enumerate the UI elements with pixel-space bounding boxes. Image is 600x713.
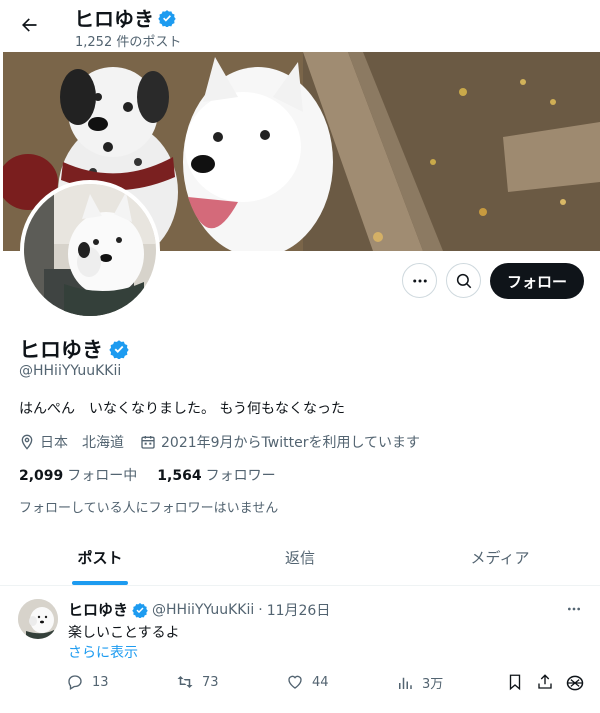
header-title: ヒロゆき [74,3,176,32]
profile-bio: はんぺん いなくなりました。 もう何もなくなった [19,401,346,417]
reply-button[interactable]: 13 [66,673,109,691]
share-icon [536,673,554,691]
post-more-button[interactable] [562,597,586,621]
reply-count: 13 [92,674,109,690]
following-label: フォロー中 [67,468,138,484]
grok-button[interactable] [565,673,585,693]
bookmark-button[interactable] [506,673,524,691]
tab-media[interactable]: メディア [400,530,600,585]
verified-badge-icon [158,9,176,27]
show-more-link[interactable]: さらに表示 [68,642,138,662]
repost-icon [176,673,194,691]
search-icon [455,272,473,290]
like-count: 44 [312,674,329,690]
post-author-handle[interactable]: @HHiiYYuuKKii [152,602,254,618]
more-options-button[interactable] [402,263,437,298]
search-profile-button[interactable] [446,263,481,298]
like-icon [286,673,304,691]
calendar-icon [140,434,156,450]
views-count: 3万 [422,677,444,692]
profile-tabs: ポスト 返信 メディア [0,530,600,586]
profile-name: ヒロゆき [19,334,129,364]
post-separator: · [258,601,263,618]
post-text: 楽しいことするよ [68,625,180,641]
bookmark-icon [506,673,524,691]
tab-posts[interactable]: ポスト [0,530,200,585]
location-icon [19,434,35,450]
post-author-name[interactable]: ヒロゆき [68,599,128,620]
location-text: 日本 北海道 [40,435,124,451]
post-item[interactable]: ヒロゆき @HHiiYYuuKKii · 11月26日 楽しいことするよ さらに… [0,587,600,713]
verified-badge-icon[interactable] [109,339,129,359]
tab-replies[interactable]: 返信 [200,530,400,585]
no-common-followers: フォローしている人にフォロワーはいません [19,501,279,516]
followers-label: フォロワー [205,468,276,484]
joined-item: 2021年9月からTwitterを利用しています [140,432,420,452]
reply-icon [66,673,84,691]
follow-button[interactable]: フォロー [490,263,584,299]
grok-icon [565,673,585,693]
more-icon [566,601,582,617]
post-header: ヒロゆき @HHiiYYuuKKii · 11月26日 [68,599,330,620]
back-button[interactable] [12,8,46,42]
views-icon [396,674,414,692]
post-avatar[interactable] [18,599,58,639]
following-link[interactable]: 2,099 フォロー中 [19,465,137,485]
follow-stats: 2,099 フォロー中 1,564 フォロワー [19,465,276,485]
profile-avatar[interactable] [20,180,160,320]
like-button[interactable]: 44 [286,673,329,691]
profile-meta: 日本 北海道 2021年9月からTwitterを利用しています [19,432,436,452]
repost-button[interactable]: 73 [176,673,219,691]
location-item: 日本 北海道 [19,432,124,452]
profile-handle: @HHiiYYuuKKii [19,363,122,379]
share-button[interactable] [536,673,554,691]
followers-count: 1,564 [157,468,202,484]
views-button[interactable]: 3万 [396,673,443,692]
followers-link[interactable]: 1,564 フォロワー [157,465,275,485]
top-bar: ヒロゆき 1,252 件のポスト [0,0,600,52]
back-arrow-icon [19,15,39,35]
post-date[interactable]: 11月26日 [267,600,331,620]
joined-text: 2021年9月からTwitterを利用しています [161,435,421,451]
post-count: 1,252 件のポスト [75,35,182,50]
following-count: 2,099 [19,468,64,484]
repost-count: 73 [202,674,219,690]
profile-name-text: ヒロゆき [19,338,103,362]
more-icon [411,272,429,290]
post-actions: 13 73 44 3万 [0,673,600,695]
header-name: ヒロゆき [74,7,154,31]
verified-badge-icon [132,602,148,618]
